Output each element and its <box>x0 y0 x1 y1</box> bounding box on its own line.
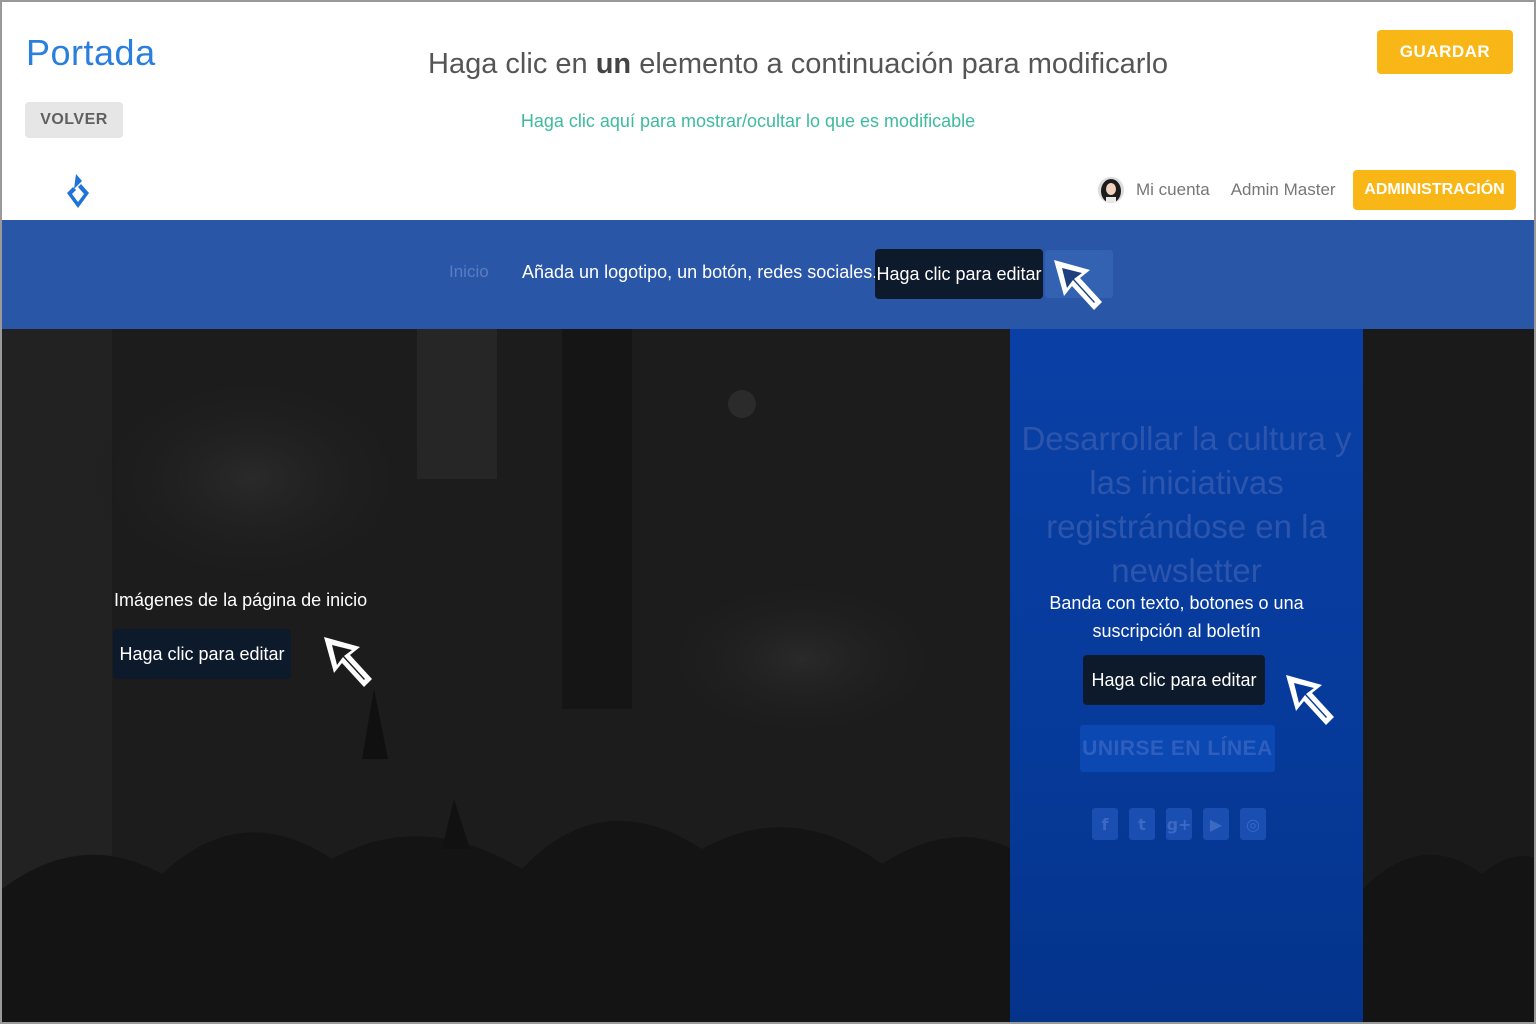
edit-instruction: Haga clic en un elemento a continuación … <box>2 48 1534 81</box>
nav-hint-text: Añada un logotipo, un botón, redes socia… <box>522 262 888 282</box>
instruction-text-end: elemento a continuación para modificarlo <box>631 48 1168 80</box>
edit-newsletter-button[interactable]: Haga clic para editar <box>1083 655 1265 705</box>
avatar[interactable] <box>1098 177 1124 203</box>
droplet-logo-icon[interactable] <box>62 170 94 212</box>
newsletter-hint-text: Banda con texto, botones o una suscripci… <box>1049 593 1304 641</box>
toggle-editable-link[interactable]: Haga clic aquí para mostrar/ocultar lo q… <box>2 111 1494 132</box>
join-online-button[interactable]: UNIRSE EN LÍNEA <box>1080 725 1275 772</box>
pointer-arrow-icon <box>1286 675 1334 725</box>
editor-window: Portada VOLVER Haga clic en un elemento … <box>0 0 1536 1024</box>
newsletter-panel[interactable]: Desarrollar la cultura y las iniciativas… <box>1010 329 1363 1022</box>
instruction-text-bold: un <box>595 48 632 80</box>
pointer-arrow-icon <box>324 637 372 687</box>
instagram-icon[interactable]: ◎ <box>1240 808 1266 840</box>
navigation-band[interactable]: Inicio Añada un logotipo, un botón, rede… <box>2 220 1534 329</box>
pointer-arrow-icon <box>1054 260 1102 310</box>
instruction-text-start: Haga clic en <box>428 48 596 80</box>
edit-hero-button[interactable]: Haga clic para editar <box>113 629 291 679</box>
hero-hint-text: Imágenes de la página de inicio <box>114 590 368 610</box>
user-name[interactable]: Admin Master <box>1231 180 1336 200</box>
google-plus-icon[interactable]: g+ <box>1166 808 1192 840</box>
account-area: Mi cuenta Admin Master <box>1098 172 1357 208</box>
facebook-icon[interactable]: f <box>1092 808 1118 840</box>
edit-nav-button[interactable]: Haga clic para editar <box>875 249 1043 299</box>
social-icons: f t g+ ▶ ◎ <box>1092 808 1277 840</box>
hero-section[interactable]: Imágenes de la página de inicio Haga cli… <box>2 329 1534 1022</box>
save-button[interactable]: GUARDAR <box>1377 30 1513 74</box>
nav-item-home[interactable]: Inicio <box>449 262 489 282</box>
my-account-link[interactable]: Mi cuenta <box>1136 180 1210 200</box>
twitter-icon[interactable]: t <box>1129 808 1155 840</box>
youtube-icon[interactable]: ▶ <box>1203 808 1229 840</box>
administration-button[interactable]: ADMINISTRACIÓN <box>1353 170 1516 210</box>
newsletter-title: Desarrollar la cultura y las iniciativas… <box>1021 420 1352 589</box>
